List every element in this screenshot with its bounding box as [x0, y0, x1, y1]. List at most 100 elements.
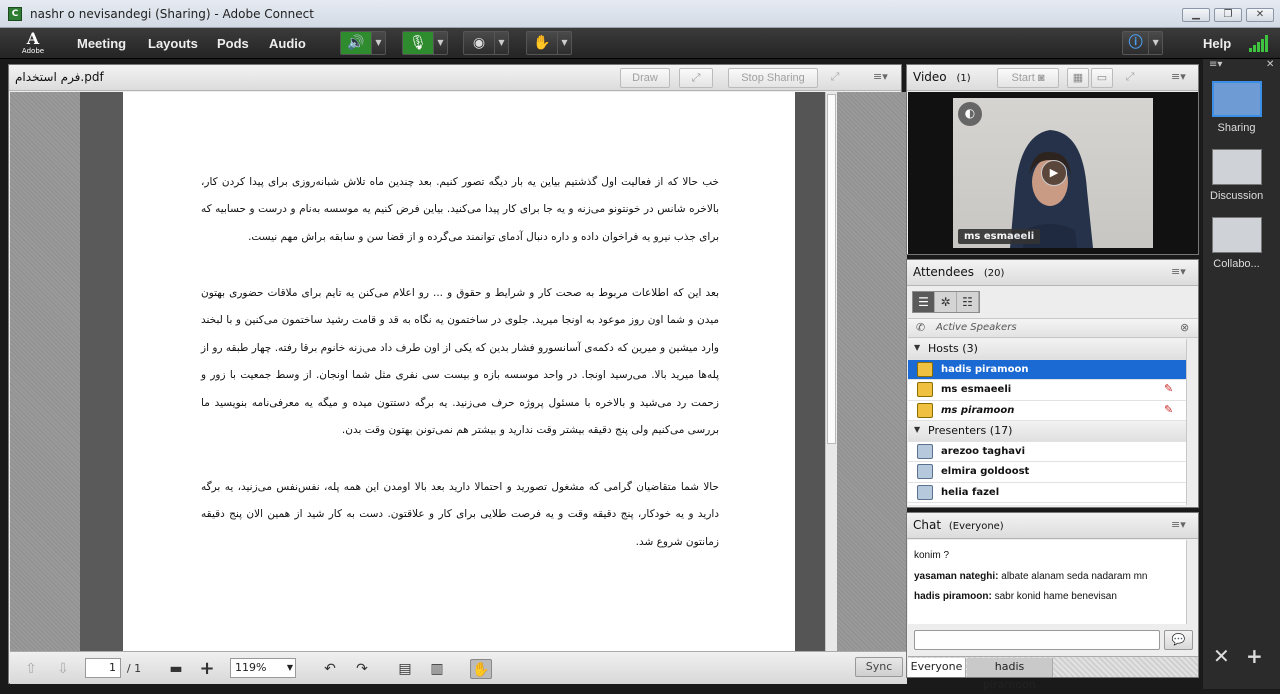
chevron-down-icon: ▼ — [286, 663, 293, 672]
menu-layouts[interactable]: Layouts — [148, 36, 198, 51]
sync-button[interactable]: Sync — [855, 657, 903, 677]
chevron-down-icon[interactable]: ▼ — [1148, 32, 1162, 54]
chat-tabs: Everyone hadis piramoon — [908, 656, 1198, 691]
hand-tool-icon[interactable]: ✋ — [470, 659, 492, 679]
pod-menu-icon[interactable]: ≡▾ — [1171, 265, 1186, 278]
zoom-out-icon[interactable]: ▬ — [167, 659, 185, 679]
grid-view-icon[interactable]: ▦ — [1067, 68, 1089, 88]
next-page-icon[interactable]: ⇩ — [54, 659, 72, 679]
attendees-title: Attendees (20) — [913, 265, 1005, 279]
chat-input[interactable] — [914, 630, 1160, 650]
add-layout-icon[interactable]: + — [1246, 644, 1263, 668]
page-number-input[interactable]: 1 — [85, 658, 121, 678]
hosts-group[interactable]: ▼ Hosts (3) — [908, 339, 1186, 360]
webcam-icon[interactable]: ◉ — [464, 32, 494, 54]
attendee-row[interactable]: ms piramoon ✎ — [908, 401, 1186, 421]
layout-discussion[interactable]: Discussion — [1210, 149, 1263, 202]
previous-page-icon[interactable]: ⇧ — [22, 659, 40, 679]
close-icon[interactable]: ⊗ — [1180, 321, 1189, 334]
chat-scrollbar[interactable] — [1186, 540, 1198, 624]
expand-icon[interactable]: ⤢ — [824, 68, 846, 88]
paragraph-3: حالا شما متقاضیان گرامی که مشغول تصورید … — [201, 481, 719, 548]
minimize-button[interactable]: ▁ — [1182, 8, 1210, 22]
layout-sharing[interactable]: Sharing — [1210, 81, 1263, 134]
paragraph-1: خب حالا که از فعالیت اول گذشتیم بیاین یه… — [201, 176, 719, 243]
attendee-row[interactable]: ms esmaeeli ✎ — [908, 380, 1186, 401]
microphone-icon: ✎ — [1164, 402, 1174, 416]
stop-sharing-button[interactable]: Stop Sharing — [728, 68, 818, 88]
tab-hadis-piramoon[interactable]: hadis piramoon — [967, 658, 1053, 691]
chevron-down-icon[interactable]: ▼ — [371, 32, 385, 54]
fit-width-icon[interactable]: ▤ — [396, 659, 414, 679]
list-view-icon[interactable]: ☰ — [913, 292, 935, 312]
info-icon[interactable]: ⓘ — [1123, 32, 1148, 54]
webcam-video[interactable]: ◐ ▶ ms esmaeeli — [953, 98, 1153, 248]
pod-menu-icon[interactable]: ≡▾ — [873, 70, 888, 83]
chevron-down-icon[interactable]: ▼ — [494, 32, 508, 54]
speaker-icon[interactable]: 🔊 — [341, 32, 371, 54]
paragraph-2: بعد این که اطلاعات مربوط به صحت کار و شر… — [201, 287, 719, 437]
menu-help[interactable]: Help — [1203, 36, 1231, 51]
microphone-muted-icon[interactable]: 🎙 — [403, 32, 433, 54]
speaker-toggle[interactable]: 🔊 ▼ — [340, 31, 386, 55]
fullscreen-share-button[interactable]: ⤢ — [679, 68, 713, 88]
menu-meeting[interactable]: Meeting — [77, 36, 126, 51]
draw-button[interactable]: Draw — [620, 68, 670, 88]
chat-message: konim ? — [914, 550, 950, 561]
collapse-arrow-icon[interactable]: ▼ — [914, 343, 920, 352]
close-window-button[interactable]: ✕ — [1246, 8, 1274, 22]
pod-menu-icon[interactable]: ≡▾ — [1171, 518, 1186, 531]
info-menu[interactable]: ⓘ ▼ — [1122, 31, 1163, 55]
chevron-down-icon[interactable]: ▼ — [433, 32, 447, 54]
menu-pods[interactable]: Pods — [217, 36, 249, 51]
rotate-right-icon[interactable]: ↷ — [353, 659, 371, 679]
raise-hand-icon[interactable]: ✋ — [527, 32, 557, 54]
document-viewer[interactable]: خب حالا که از فعالیت اول گذشتیم بیاین یه… — [10, 92, 907, 651]
pod-menu-icon[interactable]: ≡▾ — [1171, 70, 1186, 83]
presenter-user-icon — [917, 443, 933, 459]
attendee-row[interactable]: elmira goldoost — [908, 462, 1186, 483]
window-title: nashr o nevisandegi (Sharing) - Adobe Co… — [30, 7, 314, 21]
breakout-view-icon[interactable]: ✲ — [935, 292, 957, 312]
chat-messages: konim ? yasaman nateghi: albate alanam s… — [908, 540, 1186, 624]
status-view-icon[interactable]: ☷ — [957, 292, 979, 312]
layouts-bar: ≡▾ ✕ Sharing Discussion Collabo... ✕ + — [1203, 59, 1280, 689]
page-total: / 1 — [126, 662, 142, 675]
host-user-icon — [917, 402, 933, 418]
play-icon[interactable]: ▶ — [1041, 160, 1067, 186]
webcam-icon: ◙ — [1037, 72, 1045, 84]
video-pod-title: Video (1) — [913, 70, 971, 84]
attendee-row[interactable]: helia fazel — [908, 483, 1186, 503]
zoom-in-icon[interactable]: + — [198, 659, 216, 679]
collapse-arrow-icon[interactable]: ▼ — [914, 425, 920, 434]
expand-icon[interactable]: ⤢ — [1119, 68, 1141, 88]
chevron-down-icon[interactable]: ▼ — [557, 32, 571, 54]
rotate-left-icon[interactable]: ↶ — [321, 659, 339, 679]
menu-audio[interactable]: Audio — [269, 36, 306, 51]
layouts-menu-icon[interactable]: ≡▾ — [1209, 59, 1222, 70]
fit-page-icon[interactable]: ▥ — [428, 659, 446, 679]
status-toggle[interactable]: ✋ ▼ — [526, 31, 572, 55]
share-pod: فرم استخدام.pdf Draw ⤢ Stop Sharing ⤢ ≡▾… — [8, 64, 907, 684]
start-webcam-button[interactable]: Start ◙ — [997, 68, 1059, 88]
active-speakers-bar: ✆ Active Speakers ⊗ — [908, 318, 1198, 338]
attendee-scrollbar[interactable] — [1186, 339, 1198, 505]
share-screen-icon: ⤢ — [691, 72, 701, 84]
microphone-toggle[interactable]: 🎙 ▼ — [402, 31, 448, 55]
zoom-select[interactable]: 119% ▼ — [230, 658, 296, 678]
presenters-group[interactable]: ▼ Presenters (17) — [908, 421, 1186, 442]
main-menubar: A Adobe Meeting Layouts Pods Audio 🔊 ▼ 🎙 ▼… — [0, 28, 1280, 59]
camera-toggle[interactable]: ◉ ▼ — [463, 31, 509, 55]
tools-icon[interactable]: ✕ — [1213, 644, 1230, 668]
tab-everyone[interactable]: Everyone — [908, 658, 966, 677]
attendee-row[interactable]: hadis piramoon — [908, 359, 1186, 380]
attendee-row[interactable]: arezoo taghavi — [908, 442, 1186, 462]
speech-bubble-icon: 💬 — [1171, 633, 1186, 646]
layout-collaboration[interactable]: Collabo... — [1210, 217, 1263, 270]
filmstrip-view-icon[interactable]: ▭ — [1091, 68, 1113, 88]
document-scrollbar[interactable] — [825, 92, 837, 651]
collapse-icon[interactable]: ✕ — [1266, 59, 1274, 70]
chat-title: Chat (Everyone) — [913, 518, 1004, 532]
restore-button[interactable]: ❐ — [1214, 8, 1242, 22]
send-message-button[interactable]: 💬 — [1164, 630, 1193, 650]
